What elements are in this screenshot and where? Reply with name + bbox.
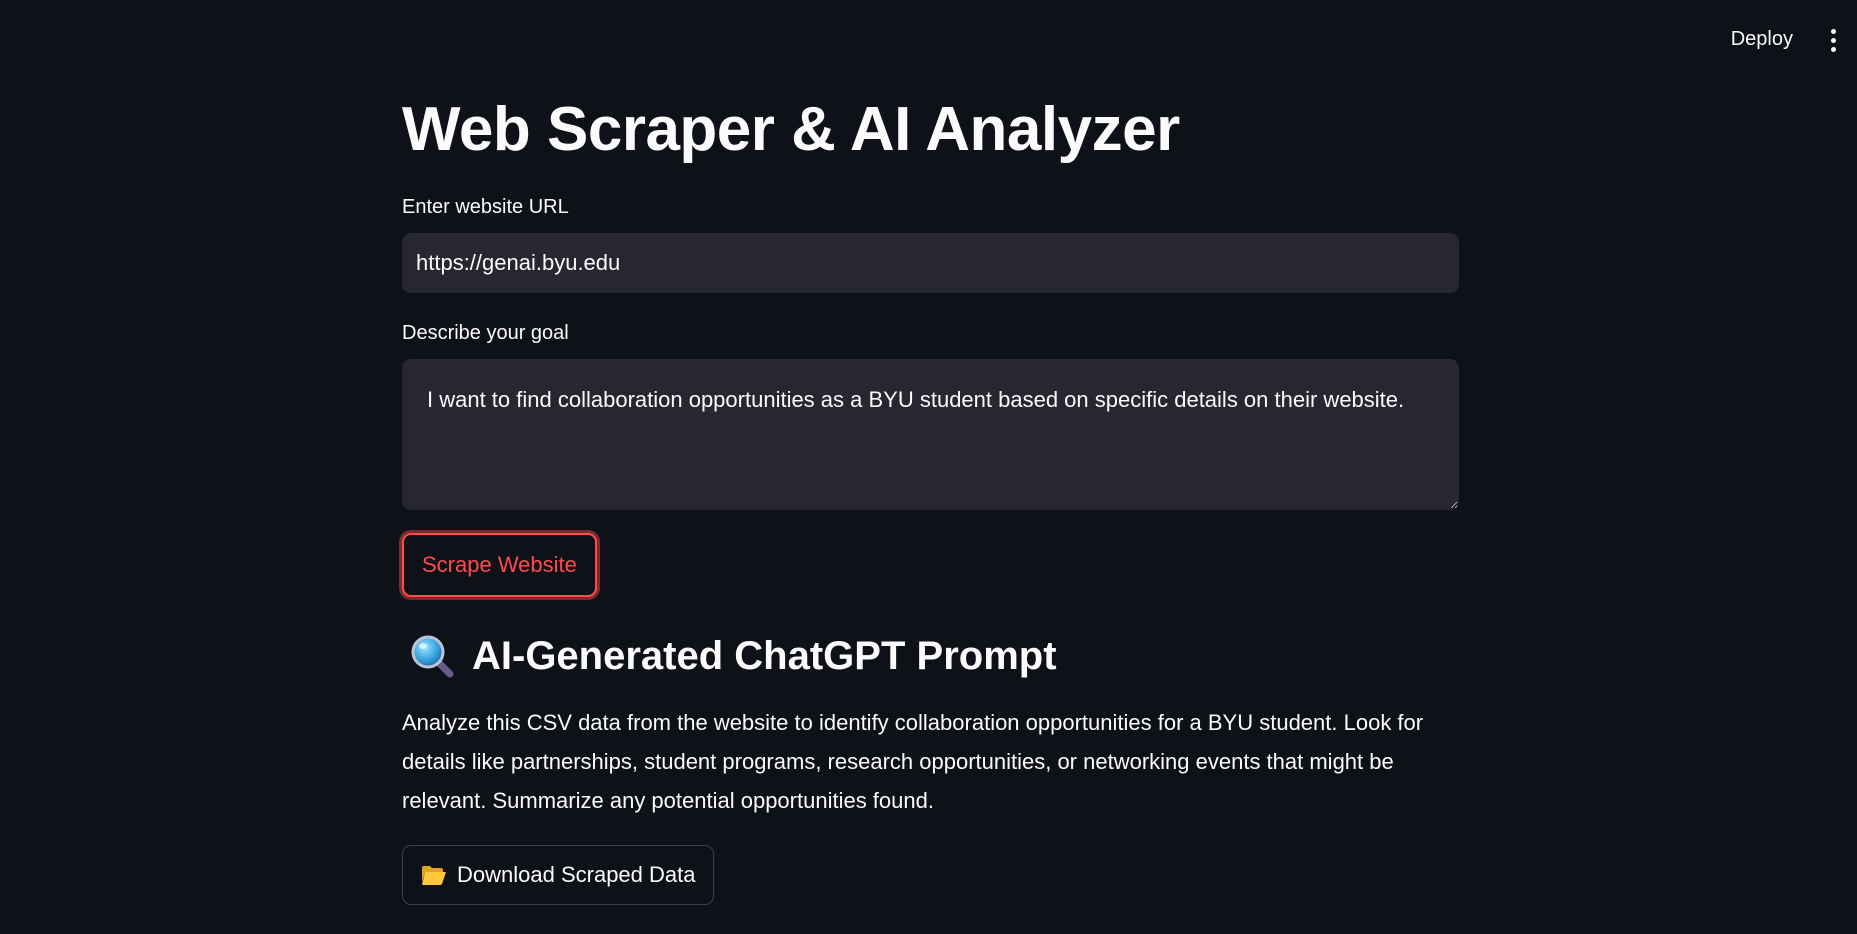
prompt-heading-text: AI-Generated ChatGPT Prompt [472, 634, 1057, 678]
download-button-label: Download Scraped Data [457, 862, 696, 887]
generated-prompt-text: Analyze this CSV data from the website t… [402, 710, 1424, 813]
url-input[interactable] [402, 233, 1459, 293]
scrape-website-button[interactable]: Scrape Website [402, 533, 597, 597]
vertical-ellipsis-icon[interactable] [1821, 24, 1845, 56]
url-field-label: Enter website URL [402, 196, 569, 218]
folder-icon [422, 866, 446, 885]
goal-field-label: Describe your goal [402, 322, 569, 344]
prompt-heading: AI-Generated ChatGPT Prompt [402, 628, 1057, 684]
magnifying-glass-icon [411, 635, 454, 678]
app-root: Deploy Web Scraper & AI Analyzer Enter w… [0, 0, 1857, 934]
page-title: Web Scraper & AI Analyzer [402, 95, 1180, 164]
menu-dot [1830, 28, 1836, 34]
goal-textarea[interactable]: I want to find collaboration opportuniti… [402, 359, 1459, 510]
download-scraped-data-button[interactable]: Download Scraped Data [402, 845, 715, 905]
header: Deploy [0, 0, 1857, 80]
menu-dot [1830, 37, 1836, 43]
deploy-button[interactable]: Deploy [1719, 22, 1805, 57]
menu-dot [1830, 46, 1836, 52]
